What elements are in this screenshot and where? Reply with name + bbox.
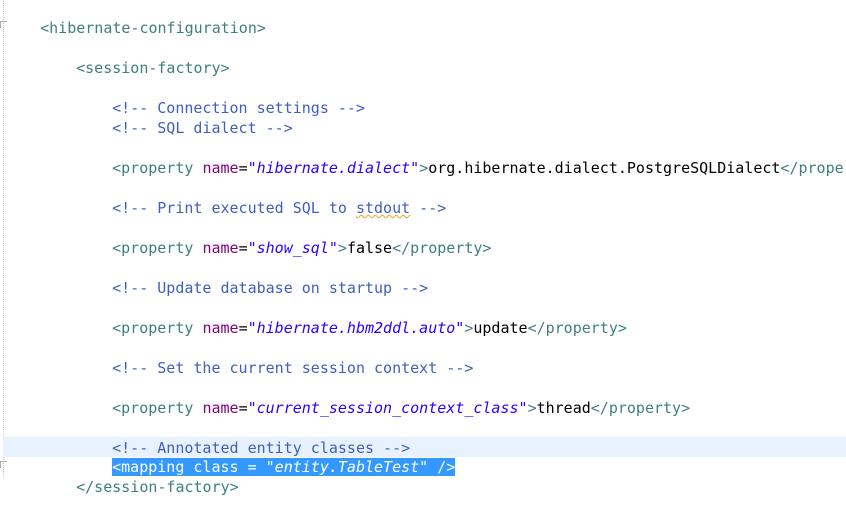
tag-end: > <box>337 239 347 257</box>
property-tag-open: <property <box>112 319 203 337</box>
property-text: thread <box>536 399 591 417</box>
tag-end: > <box>527 399 537 417</box>
equals-sign: = <box>238 239 248 257</box>
code-line: <!-- Set the current session context --> <box>76 338 473 377</box>
attribute-value: "entity.TableTest" <box>265 458 429 476</box>
property-tag-open: <property <box>112 399 203 417</box>
attribute-value: "current_session_context_class" <box>247 399 528 417</box>
hibernate-configuration-tag: <hibernate-configuration> <box>40 19 266 37</box>
equals-sign: = <box>238 159 248 177</box>
xml-comment-end: --> <box>410 199 447 217</box>
code-line: <property name="hibernate.dialect">org.h… <box>76 138 846 177</box>
code-line: <!-- Print executed SQL to stdout --> <box>76 178 446 217</box>
equals-sign: = <box>238 458 266 476</box>
property-text: org.hibernate.dialect.PostgreSQLDialect <box>428 159 781 177</box>
mapping-tag-close: /> <box>428 458 456 476</box>
code-editor[interactable]: <hibernate-configuration> <session-facto… <box>0 0 846 496</box>
code-line-selected[interactable]: <mapping class = "entity.TableTest" /> <box>76 437 456 476</box>
equals-sign: = <box>238 319 248 337</box>
property-tag-open: <property <box>112 239 203 257</box>
code-line: <!-- Connection settings --> <box>76 78 365 117</box>
property-text: update <box>473 319 528 337</box>
attribute-name: name <box>202 159 239 177</box>
attribute-name: name <box>202 319 239 337</box>
fold-marker-icon[interactable] <box>0 461 7 468</box>
code-line: <property name="current_session_context_… <box>76 378 690 417</box>
property-tag-close: </property> <box>527 319 627 337</box>
property-tag-close: </property> <box>392 239 492 257</box>
code-line: <!-- SQL dialect --> <box>76 98 293 137</box>
xml-comment: <!-- Set the current session context --> <box>112 359 474 377</box>
attribute-value: "hibernate.hbm2ddl.auto" <box>247 319 465 337</box>
code-line: <!-- Annotated entity classes --> <box>76 418 410 457</box>
property-tag-open: <property <box>112 159 203 177</box>
code-line: <property name="show_sql">false</propert… <box>76 218 491 257</box>
xml-comment: <!-- SQL dialect --> <box>112 119 293 137</box>
attribute-value: "show_sql" <box>247 239 338 257</box>
spelling-warning-word[interactable]: stdout <box>356 199 410 217</box>
equals-sign: = <box>238 399 248 417</box>
attribute-name: name <box>202 239 239 257</box>
session-factory-close-tag: </session-factory> <box>76 478 239 496</box>
fold-guide <box>3 0 4 476</box>
code-line: <!-- Update database on startup --> <box>76 258 428 297</box>
attribute-name: name <box>202 399 239 417</box>
property-tag-close: </property> <box>780 159 846 177</box>
xml-comment: <!-- Update database on startup --> <box>112 279 429 297</box>
code-line: </session-factory> <box>40 457 239 496</box>
property-text: false <box>346 239 393 257</box>
xml-comment: <!-- Print executed SQL to <box>112 199 356 217</box>
attribute-value: "hibernate.dialect" <box>247 159 420 177</box>
code-line: <hibernate-configuration> <box>4 0 266 37</box>
property-tag-close: </property> <box>590 399 691 417</box>
code-line: <property name="hibernate.hbm2ddl.auto">… <box>76 298 627 337</box>
code-line: <session-factory> <box>40 38 230 77</box>
tag-end: > <box>419 159 429 177</box>
session-factory-tag: <session-factory> <box>76 59 230 77</box>
